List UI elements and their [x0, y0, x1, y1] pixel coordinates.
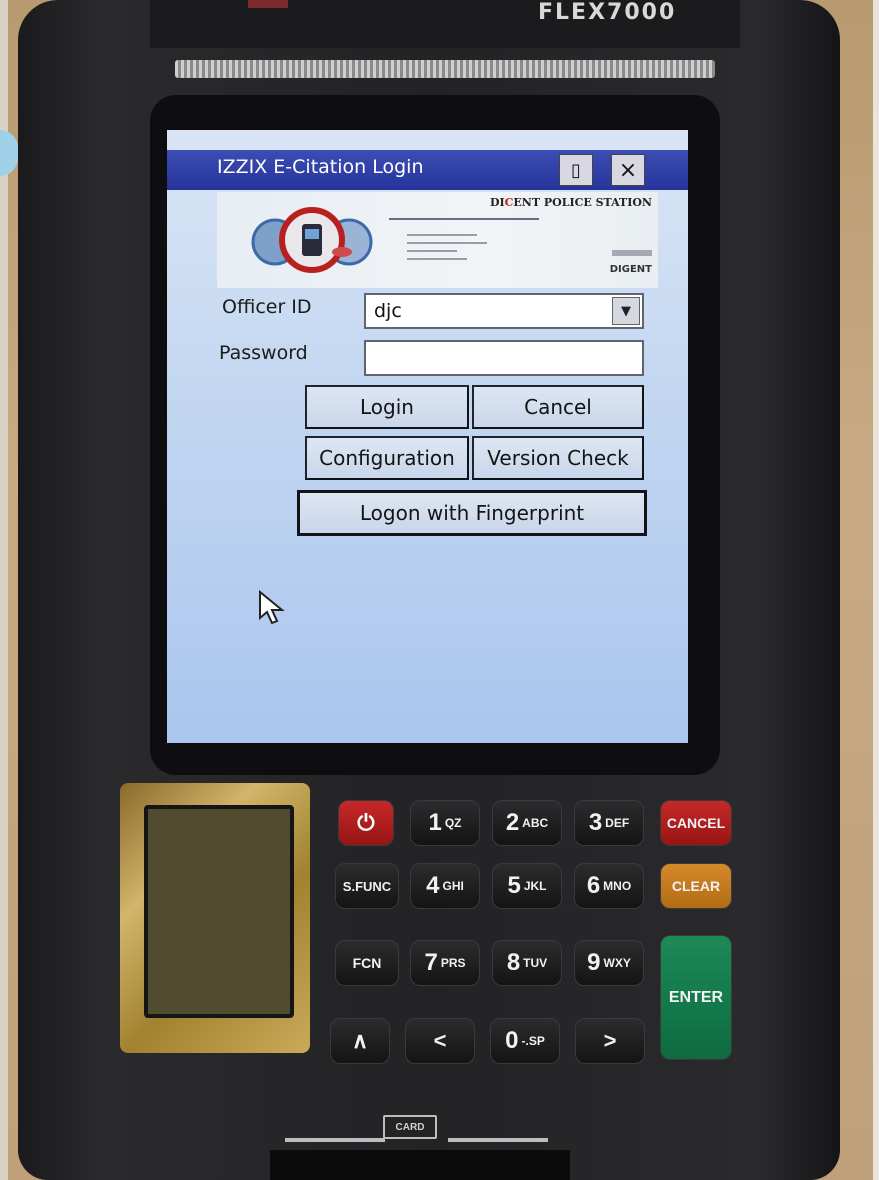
clear-key[interactable]: CLEAR [660, 863, 732, 909]
configuration-button[interactable]: Configuration [305, 436, 469, 480]
banner-note-line [407, 234, 477, 236]
fingerprint-sensor-window[interactable] [144, 805, 294, 1018]
device-screen: IZZIX E-Citation Login ▯ × DICENT POLICE… [167, 130, 688, 743]
password-label: Password [219, 342, 308, 364]
key-1[interactable]: 1 QZ [410, 800, 480, 846]
fingerprint-sensor[interactable] [120, 783, 310, 1053]
key-2[interactable]: 2 ABC [492, 800, 562, 846]
fingerprint-logon-button[interactable]: Logon with Fingerprint [297, 490, 647, 536]
desk-edge-left [0, 0, 8, 1180]
banner-note-line [407, 250, 457, 252]
card-slot-label: CARD [383, 1115, 437, 1139]
station-name: DICENT POLICE STATION [489, 196, 652, 209]
version-check-button[interactable]: Version Check [472, 436, 644, 480]
banner-note-line [407, 258, 467, 260]
left-arrow-key[interactable]: < [405, 1018, 475, 1064]
login-banner: DICENT POLICE STATION DIGENT [217, 192, 658, 288]
key-9[interactable]: 9 WXY [574, 940, 644, 986]
window-title: IZZIX E-Citation Login [217, 156, 424, 178]
brand-mark [248, 0, 288, 8]
key-8[interactable]: 8 TUV [492, 940, 562, 986]
left-arrow-icon: < [433, 1028, 447, 1053]
power-key[interactable]: ⏻ [338, 800, 394, 846]
cancel-button[interactable]: Cancel [472, 385, 644, 429]
mouse-cursor-icon [259, 590, 285, 625]
key-7[interactable]: 7 PRS [410, 940, 480, 986]
device-brand: FLEX7000 [538, 0, 677, 25]
window-titlebar: IZZIX E-Citation Login ▯ × [167, 150, 688, 190]
background-object [0, 130, 18, 176]
desk-edge-right [873, 0, 879, 1180]
login-button[interactable]: Login [305, 385, 469, 429]
sfunc-key[interactable]: S.FUNC [335, 863, 399, 909]
officer-id-value: djc [374, 300, 402, 322]
key-3[interactable]: 3 DEF [574, 800, 644, 846]
dropdown-arrow-icon[interactable]: ▼ [612, 297, 640, 325]
key-5[interactable]: 5 JKL [492, 863, 562, 909]
card-slot[interactable] [270, 1150, 570, 1180]
officer-id-label: Officer ID [222, 296, 312, 318]
password-field[interactable] [364, 340, 644, 376]
banner-tagline-graphic [389, 218, 539, 220]
key-0[interactable]: 0 -.SP [490, 1018, 560, 1064]
close-button[interactable]: × [611, 154, 645, 186]
key-4[interactable]: 4 GHI [410, 863, 480, 909]
key-6[interactable]: 6 MNO [574, 863, 644, 909]
up-arrow-icon: ∧ [351, 1028, 369, 1053]
banner-brand: DIGENT [609, 264, 652, 275]
card-direction-arrow-right [448, 1138, 548, 1142]
up-arrow-key[interactable]: ∧ [330, 1018, 390, 1064]
maximize-icon: ▯ [571, 159, 581, 181]
banner-note-line [407, 242, 487, 244]
fingerprint-logo-image [251, 207, 373, 273]
cancel-key[interactable]: CANCEL [660, 800, 732, 846]
close-icon: × [618, 157, 638, 183]
card-direction-arrow-left [285, 1138, 385, 1142]
enter-key[interactable]: ENTER [660, 935, 732, 1060]
power-icon: ⏻ [357, 810, 375, 835]
officer-id-select[interactable]: djc ▼ [364, 293, 644, 329]
printer-slot [175, 60, 715, 78]
maximize-button[interactable]: ▯ [559, 154, 593, 186]
right-arrow-key[interactable]: > [575, 1018, 645, 1064]
right-arrow-icon: > [603, 1028, 617, 1053]
banner-demo-graphic [612, 250, 652, 256]
fcn-key[interactable]: FCN [335, 940, 399, 986]
